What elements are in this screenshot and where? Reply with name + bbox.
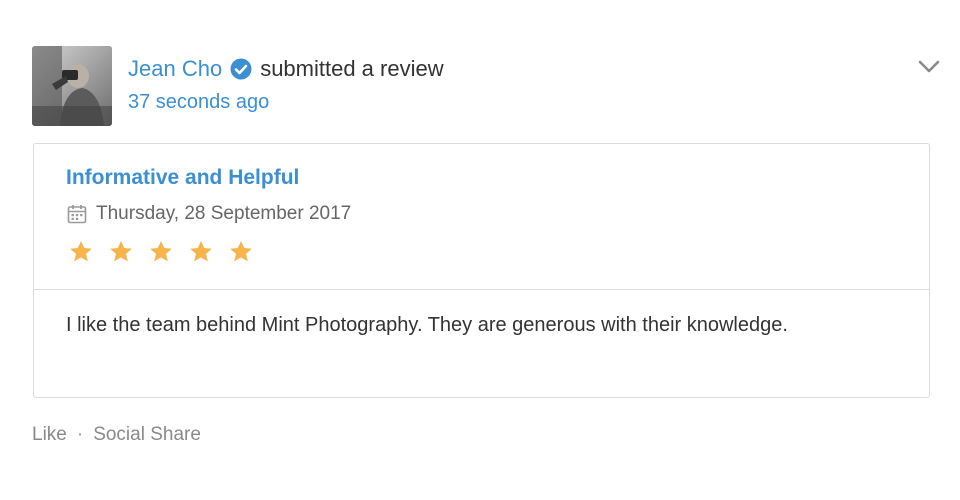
- calendar-icon: [66, 203, 88, 225]
- activity-header: Jean Cho submitted a review: [128, 54, 444, 84]
- review-activity-item: Jean Cho submitted a review 37 seconds a…: [0, 0, 960, 500]
- review-date-text: Thursday, 28 September 2017: [96, 203, 352, 224]
- review-title[interactable]: Informative and Helpful: [66, 166, 299, 190]
- chevron-down-icon: [918, 60, 940, 73]
- activity-timestamp[interactable]: 37 seconds ago: [128, 91, 269, 114]
- star-icon: [108, 239, 134, 265]
- footer-separator: ·: [76, 424, 84, 445]
- review-body-text: I like the team behind Mint Photography.…: [66, 314, 788, 336]
- star-icon: [228, 239, 254, 265]
- review-card: Informative and Helpful Thursday, 28 Sep…: [33, 143, 930, 398]
- avatar-image: [32, 46, 112, 126]
- star-icon: [148, 239, 174, 265]
- review-card-header: Informative and Helpful Thursday, 28 Sep…: [34, 144, 929, 290]
- star-icon: [68, 239, 94, 265]
- star-icon: [188, 239, 214, 265]
- activity-menu-toggle[interactable]: [914, 54, 944, 80]
- avatar[interactable]: [32, 46, 112, 126]
- activity-action-text: submitted a review: [260, 56, 444, 81]
- verified-check-icon: [230, 58, 252, 80]
- star-rating: [68, 238, 268, 266]
- review-date: Thursday, 28 September 2017: [66, 203, 351, 225]
- like-link[interactable]: Like: [32, 424, 67, 446]
- author-name-link[interactable]: Jean Cho: [128, 56, 222, 82]
- social-share-link[interactable]: Social Share: [93, 424, 201, 446]
- activity-footer: Like · Social Share: [32, 424, 201, 446]
